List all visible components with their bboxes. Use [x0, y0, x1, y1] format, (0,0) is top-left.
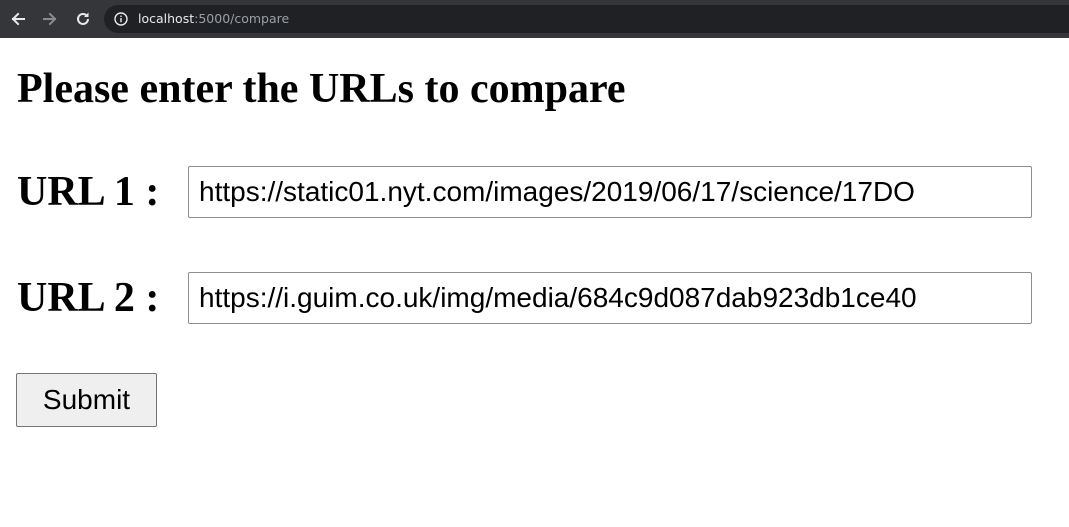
submit-button[interactable]: Submit	[16, 373, 157, 427]
back-arrow-icon[interactable]	[7, 8, 29, 30]
reload-icon[interactable]	[72, 8, 94, 30]
url1-row: URL 1 :	[17, 165, 1032, 219]
url2-label: URL 2 :	[17, 275, 160, 321]
address-url: localhost:5000/compare	[138, 10, 289, 28]
address-bar[interactable]: localhost:5000/compare	[104, 5, 1069, 33]
info-icon[interactable]	[114, 12, 128, 26]
url1-label: URL 1 :	[17, 169, 160, 215]
page-title: Please enter the URLs to compare	[17, 66, 626, 112]
url1-input[interactable]	[188, 166, 1032, 218]
url-path: :5000/compare	[194, 11, 290, 26]
page-content: Please enter the URLs to compare URL 1 :…	[0, 38, 1069, 527]
url2-input[interactable]	[188, 272, 1032, 324]
url-host: localhost	[138, 11, 195, 26]
browser-toolbar: localhost:5000/compare	[0, 0, 1069, 38]
url2-row: URL 2 :	[17, 271, 1032, 325]
forward-arrow-icon[interactable]	[39, 8, 61, 30]
